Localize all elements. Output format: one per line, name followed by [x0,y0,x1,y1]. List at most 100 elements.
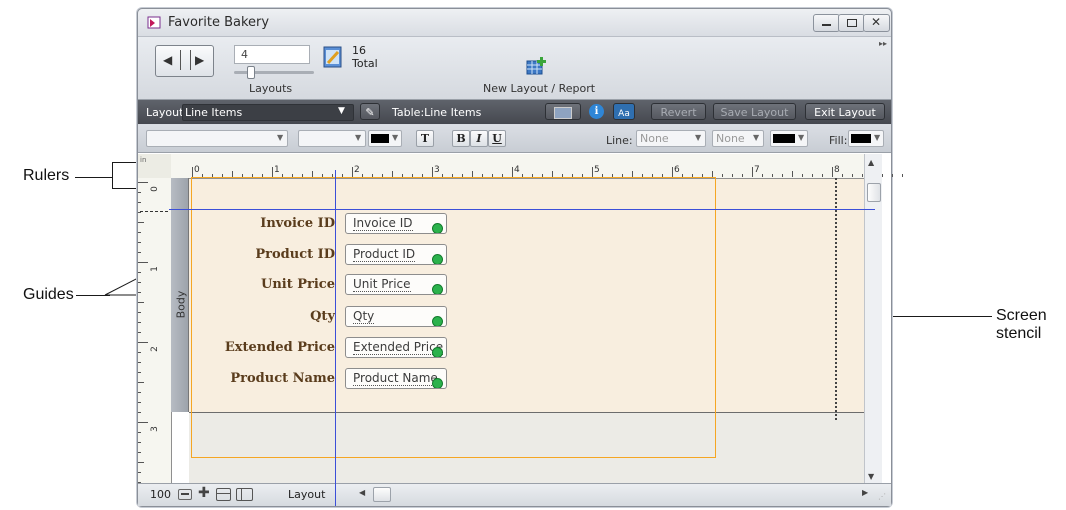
layout-number-input[interactable]: 4 [234,45,310,64]
ruler-tick [138,382,144,383]
text-color-select[interactable]: ▼ [368,130,402,147]
ruler-tick [782,174,783,177]
underline-button[interactable]: U [488,130,506,147]
bold-button[interactable]: B [452,130,470,147]
vertical-guide[interactable] [335,170,336,506]
aa-icon: Aa [618,109,630,119]
screen-stencil [191,177,716,458]
toolbar-icon [217,493,230,494]
exit-layout-button[interactable]: Exit Layout [805,103,885,120]
toggle-status-toolbar-button[interactable] [216,488,231,501]
ruler-tick [892,174,893,177]
ruler-tick [138,342,148,343]
ruler-tick [512,167,513,177]
revert-button[interactable]: Revert [651,103,706,120]
minimize-button[interactable] [813,14,840,32]
ruler-tick [138,302,144,303]
theme-button[interactable] [545,103,581,120]
total-count: 16 [352,44,366,57]
fill-label: Fill: [829,134,848,147]
new-layout-label[interactable]: New Layout / Report [483,82,595,95]
close-button[interactable]: ✕ [863,14,890,32]
scroll-down-icon[interactable]: ▼ [868,472,874,481]
minus-icon [181,493,189,495]
ruler-tick [138,292,141,293]
zoom-in-button[interactable]: ✚ [198,485,210,501]
page-break-line [835,178,837,420]
vertical-scroll-thumb[interactable] [867,183,881,202]
new-layout-icon[interactable] [526,56,548,76]
line-label: Line: [606,134,633,147]
line-style-select[interactable]: None ▼ [636,130,706,147]
edit-layout-button[interactable]: ✎ [360,103,380,120]
inspector-button[interactable]: i [589,104,604,119]
ruler-tick-label: 3 [149,426,160,432]
vertical-scrollbar[interactable]: ▲ ▼ [864,154,882,483]
zoom-level[interactable]: 100 [150,488,171,501]
scroll-right-icon[interactable]: ▶ [862,488,868,497]
color-swatch [371,134,389,143]
ruler-tick [672,167,673,177]
font-select[interactable]: ▼ [146,130,288,147]
chevron-down-icon: ▼ [355,133,362,142]
ruler-tick-label: 2 [354,165,360,175]
chevron-down-icon: ▼ [338,106,345,116]
toggle-formatting-bar-button[interactable] [236,488,253,501]
layout-book[interactable]: ◀ ▶ [155,45,214,77]
layout-bar: Layout: Line Items ▼ ✎ Table:Line Items … [138,100,891,124]
chevron-down-icon: ▼ [798,133,805,142]
ruler-tick [732,174,733,177]
horizontal-guide[interactable] [169,209,875,210]
formatbar-icon [241,489,242,500]
ruler-corner[interactable]: in [138,154,172,179]
ruler-tick [138,362,141,363]
ruler-tick [902,174,903,177]
layout-select[interactable]: Line Items ▼ [182,104,354,121]
ruler-tick [138,272,141,273]
ruler-tick-label: 8 [834,165,840,175]
app-window: Favorite Bakery ✕ ◀ ▶ 4 Layouts 16 Total [137,8,903,507]
save-layout-button[interactable]: Save Layout [713,103,796,120]
line-style-value: None [640,132,669,145]
maximize-button[interactable] [838,14,865,32]
mode-popup[interactable]: Layout [288,488,325,501]
ruler-tick [852,174,853,177]
total-label: Total [352,57,378,70]
ruler-origin-line [140,211,168,212]
callout-screen-stencil-1: Screen [996,307,1047,324]
scroll-up-icon[interactable]: ▲ [868,158,874,167]
ruler-tick [432,167,433,177]
layout-slider[interactable] [234,71,314,74]
scroll-left-icon[interactable]: ◀ [359,488,365,497]
fonts-button[interactable]: Aa [613,103,635,120]
plus-icon: ✚ [198,485,210,501]
ruler-tick [138,212,141,213]
layout-slider-knob[interactable] [247,66,255,79]
callout-screen-stencil-2: stencil [996,325,1042,342]
ruler-tick [862,174,863,177]
callout-rulers: Rulers [23,167,70,184]
zoom-out-button[interactable] [178,489,192,500]
chevron-down-icon: ▼ [392,133,399,142]
toolbar-expand-icon[interactable]: ▸▸ [879,39,887,48]
ruler-tick-label: 1 [149,266,160,272]
chevron-down-icon: ▼ [874,133,881,142]
line-width-select[interactable]: None ▼ [712,130,764,147]
resize-grip-icon[interactable]: ⋰ [878,492,886,501]
italic-button[interactable]: I [470,130,488,147]
prev-layout-icon[interactable]: ◀ [163,53,172,67]
text-format-button[interactable]: T [416,130,434,147]
chevron-down-icon: ▼ [695,133,702,142]
horizontal-scroll-thumb[interactable] [373,487,391,502]
next-layout-icon[interactable]: ▶ [195,53,204,67]
ruler-tick [138,202,141,203]
fill-color-select[interactable]: ▼ [848,130,884,147]
line-color-select[interactable]: ▼ [770,130,808,147]
ruler-tick [802,174,803,177]
size-select[interactable]: ▼ [298,130,366,147]
ruler-tick [138,452,141,453]
ruler-tick-label: 5 [594,165,600,175]
line-width-value: None [716,132,745,145]
ruler-tick [882,174,883,177]
ruler-tick [592,167,593,177]
